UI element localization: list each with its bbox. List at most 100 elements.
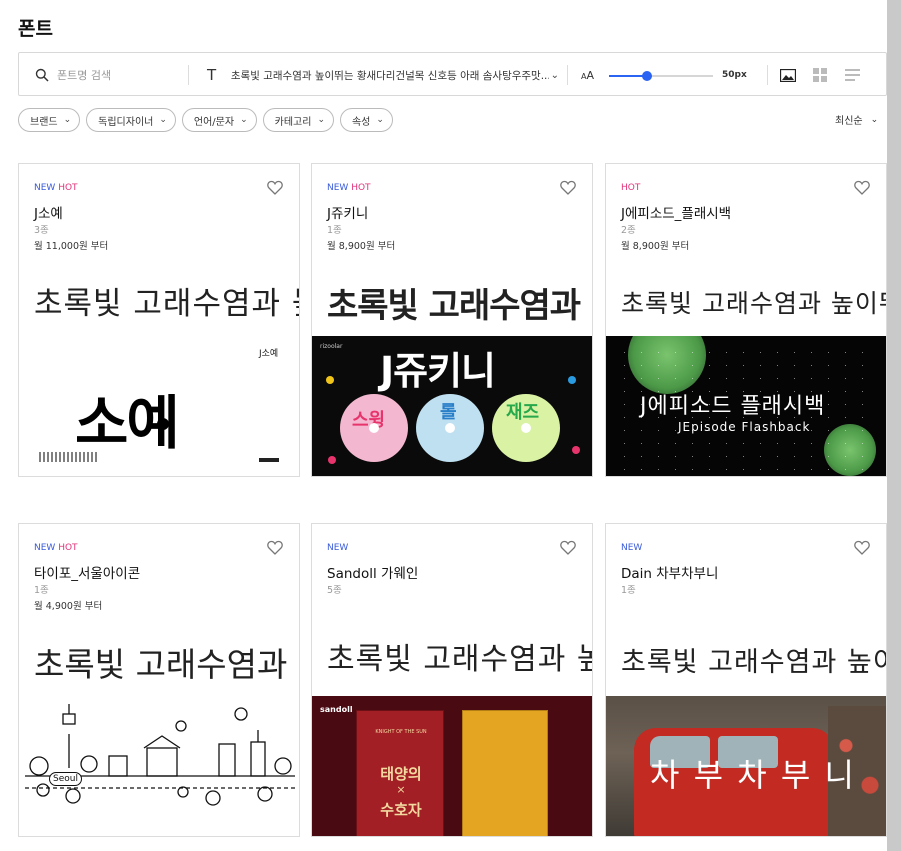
filter-designer[interactable]: 독립디자이너 ⌄ xyxy=(86,108,176,132)
divider xyxy=(767,65,768,85)
search-icon xyxy=(35,68,49,82)
divider xyxy=(567,65,568,85)
font-sample: 초록빛 고래수염과 높이뛰 xyxy=(621,647,886,678)
font-name[interactable]: Sandoll 가웨인 xyxy=(327,562,418,582)
app-frame: 폰트 폰트명 검색 T 초록빛 고래수염과 높이뛰는 황새다리건널목 신호등 아… xyxy=(0,0,901,851)
chevron-down-icon: ⌄ xyxy=(63,115,72,125)
seoul-skyline-illustration xyxy=(25,704,295,806)
heart-icon[interactable] xyxy=(560,540,576,555)
filter-chips: 브랜드 ⌄ 독립디자이너 ⌄ 언어/문자 ⌄ 카테고리 ⌄ 속성 ⌄ xyxy=(18,108,393,132)
sample-text: 초록빛 고래수염과 높이뛰는 황새다리건널목 신호등 아래 솜사탕우주맛... xyxy=(230,69,549,82)
font-price: 월 11,000원 부터 xyxy=(34,241,109,252)
font-name[interactable]: J쥬키니 xyxy=(327,202,368,222)
font-name[interactable]: J에피소드_플래시백 xyxy=(621,202,731,222)
filter-attribute[interactable]: 속성 ⌄ xyxy=(339,108,393,132)
seoul-label-badge: Seoul xyxy=(49,772,82,786)
badges: NEW xyxy=(621,543,642,553)
font-price: 월 8,900원 부터 xyxy=(621,241,690,252)
filter-language[interactable]: 언어/문자 ⌄ xyxy=(181,108,257,132)
font-preview-image: Seoul xyxy=(19,696,299,836)
book-yellow xyxy=(462,710,548,836)
font-count: 1종 xyxy=(34,585,49,596)
filter-category[interactable]: 카테고리 ⌄ xyxy=(262,108,334,132)
font-count: 2종 xyxy=(621,225,636,236)
heart-icon[interactable] xyxy=(854,540,870,555)
font-card[interactable]: HOT J에피소드_플래시백 2종 월 8,900원 부터 초록빛 고래수염과 … xyxy=(605,163,887,477)
stars xyxy=(616,346,878,470)
image-view-icon[interactable] xyxy=(779,67,797,83)
record-label: 재즈 xyxy=(506,402,540,423)
preview-mark xyxy=(259,458,279,462)
hot-badge: HOT xyxy=(621,183,641,193)
font-price: 월 8,900원 부터 xyxy=(327,241,396,252)
badges: HOT xyxy=(621,183,640,193)
font-size-slider[interactable] xyxy=(609,71,713,81)
font-name[interactable]: 타이포_서울아이콘 xyxy=(34,562,140,582)
filter-brand[interactable]: 브랜드 ⌄ xyxy=(18,108,81,132)
font-card[interactable]: NEW HOT 타이포_서울아이콘 1종 월 4,900원 부터 초록빛 고래수… xyxy=(18,523,300,837)
preview-label: Seoul xyxy=(53,774,78,784)
new-badge: NEW xyxy=(621,543,643,553)
font-count: 1종 xyxy=(327,225,342,236)
font-search-bar: 폰트명 검색 T 초록빛 고래수염과 높이뛰는 황새다리건널목 신호등 아래 솜… xyxy=(18,52,887,96)
badges: NEW HOT xyxy=(327,183,371,193)
font-size-icon: AA xyxy=(581,69,595,82)
new-badge: NEW xyxy=(327,543,349,553)
new-badge: NEW xyxy=(327,183,349,193)
sample-text-input[interactable]: T 초록빛 고래수염과 높이뛰는 황새다리건널목 신호등 아래 솜사탕우주맛..… xyxy=(207,66,559,84)
record-label: 롤 xyxy=(440,402,457,423)
sort-dropdown[interactable]: 최신순 ⌄ xyxy=(835,112,879,128)
heart-icon[interactable] xyxy=(854,180,870,195)
scatter-marks xyxy=(39,452,99,462)
new-badge: NEW xyxy=(34,183,56,193)
right-scroll-gutter[interactable] xyxy=(887,0,901,851)
chevron-down-icon: ⌄ xyxy=(870,114,879,125)
list-view-icon[interactable] xyxy=(843,67,861,83)
divider xyxy=(188,65,189,85)
font-preview-image: rizoolar J쥬키니 스윙 롤 재즈 xyxy=(312,336,592,476)
font-count: 5종 xyxy=(327,585,342,596)
badges: NEW HOT xyxy=(34,183,78,193)
view-mode-group xyxy=(779,67,861,83)
new-badge: NEW xyxy=(34,543,56,553)
book-red: KNIGHT OF THE SUN 태양의 × 수호자 xyxy=(356,710,444,836)
heart-icon[interactable] xyxy=(267,540,283,555)
font-sample: 초록빛 고래수염과 xyxy=(327,286,581,326)
font-count: 3종 xyxy=(34,225,49,236)
font-size-control: AA 50px xyxy=(581,67,761,85)
search-input[interactable]: 폰트명 검색 xyxy=(35,66,195,84)
font-name[interactable]: J소예 xyxy=(34,202,63,222)
badges: NEW xyxy=(327,543,348,553)
chevron-down-icon[interactable]: ⌄ xyxy=(551,70,559,81)
font-card[interactable]: NEW Sandoll 가웨인 5종 초록빛 고래수염과 높이뛰 sandoll… xyxy=(311,523,593,837)
slider-knob[interactable] xyxy=(642,71,653,81)
font-size-value: 50px xyxy=(722,70,747,80)
badges: NEW HOT xyxy=(34,543,78,553)
font-preview-image: J소예 소예 xyxy=(19,336,299,476)
chevron-down-icon: ⌄ xyxy=(240,115,248,125)
heart-icon[interactable] xyxy=(560,180,576,195)
hot-badge: HOT xyxy=(58,543,78,553)
font-sample: 초록빛 고래수염과 높이뛰 xyxy=(34,286,299,322)
font-price: 월 4,900원 부터 xyxy=(34,601,103,612)
font-preview-image: sandoll KNIGHT OF THE SUN 태양의 × 수호자 xyxy=(312,696,592,836)
font-count: 1종 xyxy=(621,585,636,596)
font-card[interactable]: NEW Dain 차부차부니 1종 초록빛 고래수염과 높이뛰 차 부 차 부 … xyxy=(605,523,887,837)
font-card[interactable]: NEW HOT J쥬키니 1종 월 8,900원 부터 초록빛 고래수염과 ri… xyxy=(311,163,593,477)
font-sample: 초록빛 고래수염과 높이뛰 xyxy=(621,289,887,318)
chevron-down-icon: ⌄ xyxy=(376,115,384,125)
chevron-down-icon: ⌄ xyxy=(159,115,167,125)
grid-view-icon[interactable] xyxy=(811,67,829,83)
text-icon: T xyxy=(207,66,217,84)
preview-caption: rizoolar xyxy=(320,343,343,350)
top-strip xyxy=(0,0,901,14)
hot-badge: HOT xyxy=(351,183,371,193)
font-preview-image: J에피소드 플래시백 JEpisode Flashback xyxy=(606,336,886,476)
font-name[interactable]: Dain 차부차부니 xyxy=(621,562,718,582)
logo-block: 소예 xyxy=(67,368,252,458)
page-title: 폰트 xyxy=(18,18,53,40)
chevron-down-icon: ⌄ xyxy=(317,115,325,125)
font-card[interactable]: NEW HOT J소예 3종 월 11,000원 부터 초록빛 고래수염과 높이… xyxy=(18,163,300,477)
heart-icon[interactable] xyxy=(267,180,283,195)
preview-title: J쥬키니 xyxy=(380,349,496,393)
